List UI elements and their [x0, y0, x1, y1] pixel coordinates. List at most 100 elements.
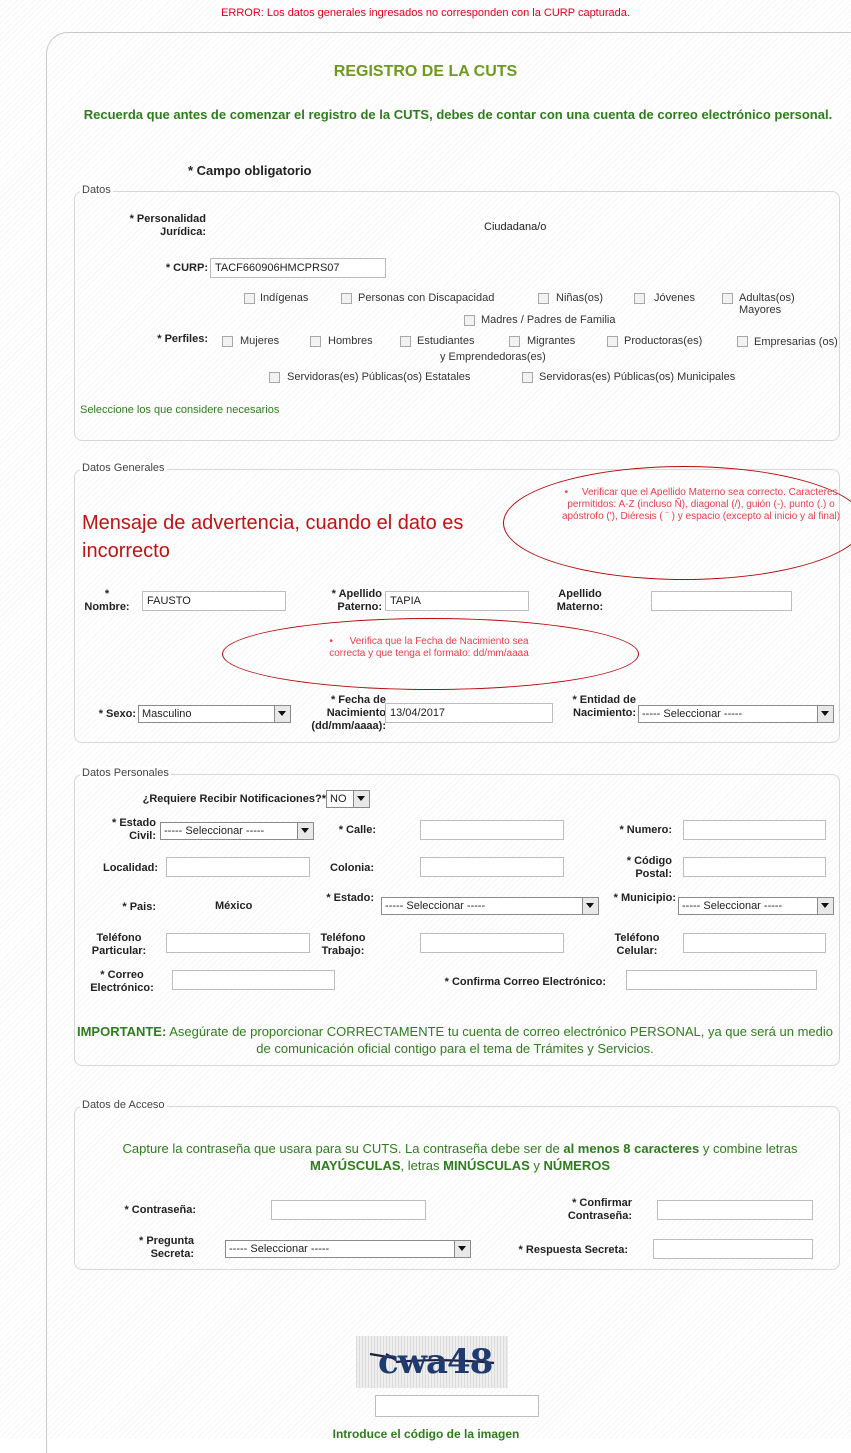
checkbox-servidoras-municipales[interactable] [522, 372, 533, 383]
checkbox-indigenas[interactable] [244, 293, 255, 304]
curp-input[interactable] [210, 258, 386, 278]
password-note-bold: al menos 8 caracteres [563, 1141, 700, 1156]
warning-bullet: • [564, 487, 568, 498]
numero-input[interactable] [683, 820, 826, 840]
codigo-postal-label: * Código Postal: [626, 855, 672, 880]
telefono-celular-input[interactable] [683, 933, 826, 953]
colonia-input[interactable] [420, 857, 564, 877]
password-note: Capture la contraseña que usara para su … [80, 1140, 840, 1174]
pregunta-secreta-value: ----- Seleccionar ----- [229, 1243, 330, 1255]
codigo-postal-input[interactable] [683, 857, 826, 877]
telefono-trabajo-input[interactable] [420, 933, 564, 953]
annotation-ellipse-apellido [503, 466, 851, 580]
datos-legend: Datos [80, 184, 113, 196]
sexo-label: * Sexo: [98, 708, 136, 720]
perfil-label: Niñas(os) [556, 292, 604, 304]
nombre-input[interactable] [142, 591, 286, 611]
perfil-label: Madres / Padres de Familia [481, 314, 616, 326]
checkbox-servidoras-estatales[interactable] [269, 372, 280, 383]
localidad-input[interactable] [166, 857, 310, 877]
checkbox-madres-padres[interactable] [464, 315, 475, 326]
password-note-bold: NÚMEROS [543, 1158, 610, 1173]
notificaciones-label: ¿Requiere Recibir Notificaciones?* [142, 793, 326, 805]
telefono-celular-label: Teléfono Celular: [614, 932, 660, 957]
password-note-bold: MINÚSCULAS [443, 1158, 530, 1173]
contrasena-label: * Contraseña: [124, 1204, 196, 1216]
correo-input[interactable] [172, 970, 335, 990]
chevron-down-icon [454, 1241, 470, 1257]
perfil-label: Servidoras(es) Públicas(os) Estatales [287, 371, 471, 383]
personalidad-value: Ciudadana/o [484, 221, 547, 233]
warning-apellido-materno: • Verificar que el Apellido Materno sea … [560, 487, 842, 523]
chevron-down-icon [353, 791, 369, 807]
apellido-materno-label: Apellido Materno: [556, 588, 604, 613]
confirmar-contrasena-label: * Confirmar Contraseña: [567, 1197, 632, 1222]
colonia-label: Colonia: [330, 862, 374, 874]
checkbox-hombres[interactable] [310, 336, 321, 347]
important-text: Asegúrate de proporcionar CORRECTAMENTE … [166, 1024, 833, 1056]
municipio-select[interactable]: ----- Seleccionar ----- [678, 897, 834, 915]
estado-label: * Estado: [326, 892, 374, 904]
perfiles-note: Seleccione los que considere necesarios [80, 404, 280, 416]
perfil-label: Empresarias (os) y Emprendedoras(es) [440, 336, 838, 363]
calle-label: * Calle: [338, 824, 376, 836]
contrasena-input[interactable] [271, 1200, 426, 1220]
confirma-correo-input[interactable] [626, 970, 817, 990]
sexo-select[interactable]: Masculino [138, 705, 291, 723]
chevron-down-icon [274, 706, 290, 722]
captcha-image: cwa48 [356, 1336, 508, 1388]
estado-civil-select[interactable]: ----- Seleccionar ----- [160, 822, 314, 840]
checkbox-adultas[interactable] [722, 293, 733, 304]
password-note-text: y [529, 1158, 544, 1173]
estado-select-value: ----- Seleccionar ----- [385, 900, 486, 912]
pregunta-secreta-select[interactable]: ----- Seleccionar ----- [225, 1240, 471, 1258]
fecha-nacimiento-label: * Fecha de Nacimiento (dd/mm/aaaa): [311, 694, 386, 732]
respuesta-secreta-input[interactable] [653, 1239, 813, 1259]
perfil-label: Personas con Discapacidad [358, 292, 495, 304]
perfil-label: Servidoras(es) Públicas(os) Municipales [539, 371, 736, 383]
perfiles-label: * Perfiles: [157, 333, 208, 345]
fecha-nacimiento-input[interactable] [385, 703, 553, 723]
checkbox-estudiantes[interactable] [400, 336, 411, 347]
datos-generales-legend: Datos Generales [80, 462, 167, 474]
warning-bullet: • [329, 636, 333, 647]
entidad-select-value: ----- Seleccionar ----- [642, 708, 743, 720]
apellido-materno-input[interactable] [651, 591, 792, 611]
chevron-down-icon [817, 706, 833, 722]
annotation-text: Mensaje de advertencia, cuando el dato e… [82, 512, 464, 562]
entidad-nacimiento-label: * Entidad de Nacimiento: [572, 694, 636, 719]
warning-fecha: • Verifica que la Fecha de Nacimiento se… [313, 636, 545, 660]
estado-civil-value: ----- Seleccionar ----- [164, 825, 265, 837]
entidad-nacimiento-select[interactable]: ----- Seleccionar ----- [638, 705, 834, 723]
datos-acceso-legend: Datos de Acceso [80, 1099, 167, 1111]
warning-apellido-text: Verificar que el Apellido Materno sea co… [561, 487, 841, 522]
captcha-input[interactable] [375, 1395, 539, 1417]
checkbox-discapacidad[interactable] [341, 293, 352, 304]
estado-select[interactable]: ----- Seleccionar ----- [381, 897, 599, 915]
telefono-particular-label: Teléfono Particular: [91, 932, 147, 957]
perfil-label: Hombres [328, 335, 373, 347]
important-note: IMPORTANTE: Asegúrate de proporcionar CO… [70, 1023, 840, 1057]
chevron-down-icon [817, 898, 833, 914]
password-note-text: Capture la contraseña que usara para su … [122, 1141, 564, 1156]
apellido-paterno-input[interactable] [385, 591, 529, 611]
checkbox-ninas[interactable] [538, 293, 549, 304]
confirmar-contrasena-input[interactable] [657, 1200, 813, 1220]
telefono-particular-input[interactable] [166, 933, 310, 953]
perfil-label: Mujeres [240, 335, 280, 347]
municipio-label: * Municipio: [613, 892, 676, 904]
important-bold: IMPORTANTE: [76, 1024, 167, 1039]
checkbox-mujeres[interactable] [222, 336, 233, 347]
perfil-label: Adultas(os) Mayores [739, 292, 795, 316]
perfil-label: Jóvenes [654, 292, 695, 304]
notificaciones-select[interactable]: NO [326, 790, 370, 808]
password-note-text: y combine letras [699, 1141, 798, 1156]
calle-input[interactable] [420, 820, 564, 840]
checkbox-jovenes[interactable] [634, 293, 645, 304]
correo-label: * Correo Electrónico: [90, 969, 154, 994]
pregunta-secreta-label: * Pregunta Secreta: [138, 1235, 194, 1260]
curp-label: * CURP: [165, 262, 208, 274]
numero-label: * Numero: [619, 824, 672, 836]
password-note-text: , letras [400, 1158, 444, 1173]
error-message: ERROR: Los datos generales ingresados no… [221, 7, 630, 19]
